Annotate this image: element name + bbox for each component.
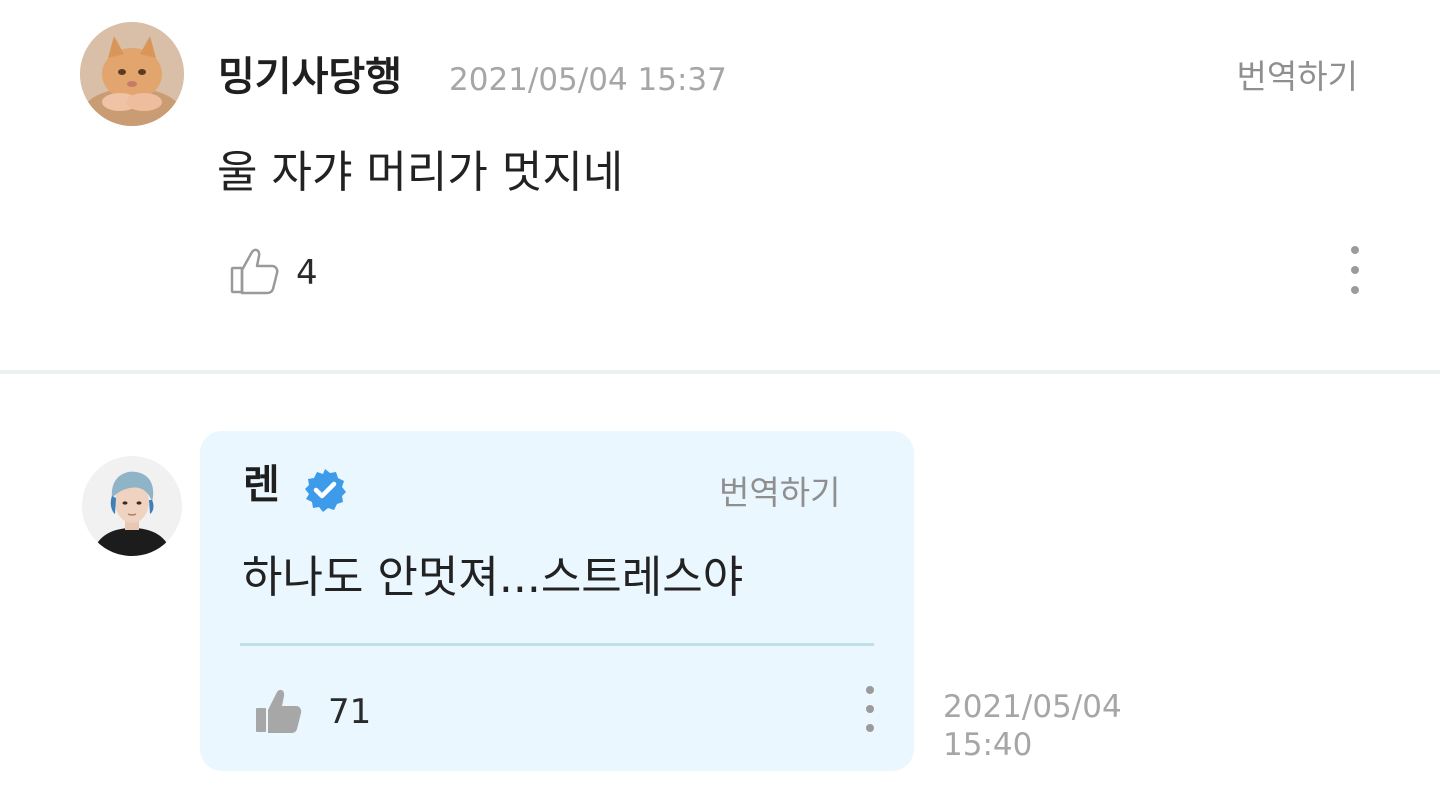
user-avatar[interactable] bbox=[80, 22, 184, 126]
cat-avatar-image bbox=[80, 22, 184, 126]
translate-button[interactable]: 번역하기 bbox=[719, 472, 840, 514]
reply-author[interactable]: 렌 bbox=[243, 460, 280, 510]
more-vertical-icon[interactable] bbox=[1345, 246, 1365, 294]
comment-text: 울 자갸 머리가 멋지네 bbox=[217, 147, 624, 198]
reply-text: 하나도 안멋져...스트레스야 bbox=[242, 552, 744, 603]
reply-timestamp: 2021/05/04 15:40 bbox=[943, 689, 1122, 763]
divider bbox=[0, 370, 1440, 374]
artist-avatar-image bbox=[82, 456, 182, 556]
thumbs-up-filled-icon[interactable] bbox=[252, 684, 306, 738]
like-count: 4 bbox=[296, 253, 318, 293]
translate-button[interactable]: 번역하기 bbox=[1237, 56, 1358, 98]
verified-badge-icon bbox=[301, 466, 349, 514]
artist-avatar[interactable] bbox=[82, 456, 182, 556]
thumbs-up-outline-icon[interactable] bbox=[228, 244, 282, 298]
more-vertical-icon[interactable] bbox=[860, 686, 880, 732]
like-count: 71 bbox=[328, 692, 372, 732]
comment-timestamp: 2021/05/04 15:37 bbox=[449, 62, 727, 98]
bubble-divider bbox=[240, 643, 874, 646]
comment-thread: 밍기사당행 2021/05/04 15:37 번역하기 울 자갸 머리가 멋지네… bbox=[0, 0, 1440, 796]
comment-author[interactable]: 밍기사당행 bbox=[218, 52, 402, 102]
